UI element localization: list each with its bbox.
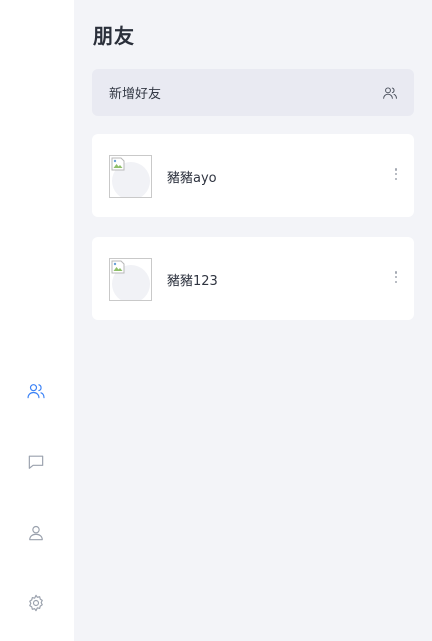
avatar — [109, 258, 152, 301]
sidebar-item-friends[interactable] — [19, 374, 53, 408]
add-user-icon — [382, 85, 398, 101]
sidebar — [0, 0, 74, 641]
sidebar-item-chat[interactable] — [19, 445, 53, 479]
more-options-button[interactable] — [392, 166, 400, 182]
add-friend-button[interactable]: 新增好友 — [92, 69, 414, 116]
page-title: 朋友 — [93, 24, 135, 48]
more-options-button[interactable] — [392, 269, 400, 285]
user-icon — [29, 525, 43, 541]
broken-image-icon — [111, 260, 125, 274]
sidebar-item-profile[interactable] — [19, 516, 53, 550]
friend-name: 豬豬123 — [167, 274, 218, 289]
more-vertical-icon — [394, 271, 398, 274]
avatar — [109, 155, 152, 198]
main-content: 朋友 新增好友 豬豬ayo 豬豬123 — [74, 0, 432, 641]
friend-card[interactable]: 豬豬123 — [92, 237, 414, 320]
add-friend-label: 新增好友 — [109, 87, 162, 102]
sidebar-item-settings[interactable] — [19, 586, 53, 620]
message-square-icon — [28, 455, 44, 469]
users-icon — [27, 384, 45, 399]
app: 朋友 新增好友 豬豬ayo 豬豬123 — [0, 0, 432, 641]
more-vertical-icon — [394, 168, 398, 171]
settings-gear-icon — [29, 594, 43, 612]
friend-name: 豬豬ayo — [167, 171, 217, 186]
broken-image-icon — [111, 157, 125, 171]
friend-card[interactable]: 豬豬ayo — [92, 134, 414, 217]
